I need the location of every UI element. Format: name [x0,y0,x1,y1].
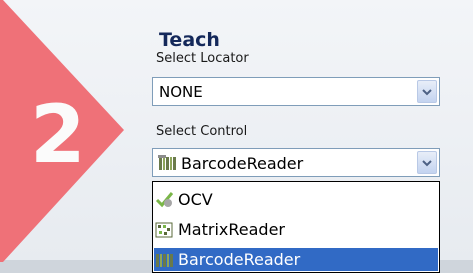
select-control-label: Select Control [156,124,248,139]
control-dropdown-button[interactable] [417,151,437,174]
locator-value: NONE [159,83,203,101]
chevron-down-icon [422,88,432,95]
control-value: BarcodeReader [157,153,303,173]
locator-dropdown[interactable]: NONE [152,77,440,106]
list-item-ocv[interactable]: OCV [154,188,438,211]
locator-dropdown-button[interactable] [417,80,437,103]
list-item-label: OCV [178,190,213,209]
list-item-barcodereader[interactable]: BarcodeReader [154,248,438,271]
page-title: Teach [159,29,220,51]
control-value-label: BarcodeReader [181,153,304,173]
control-options-list: OCV MatrixReader BarcodeReader [152,181,440,273]
list-item-matrixreader[interactable]: MatrixReader [154,218,438,241]
ocv-icon [155,191,174,207]
step-number: 2 [30,88,86,181]
chevron-down-icon [422,159,432,166]
matrix-reader-icon [155,222,173,237]
control-dropdown[interactable]: BarcodeReader [152,148,440,177]
barcode-reader-icon [158,155,176,170]
barcode-reader-icon [156,253,173,267]
list-item-label: MatrixReader [178,220,285,239]
select-locator-label: Select Locator [156,51,249,66]
list-item-label: BarcodeReader [178,250,301,269]
